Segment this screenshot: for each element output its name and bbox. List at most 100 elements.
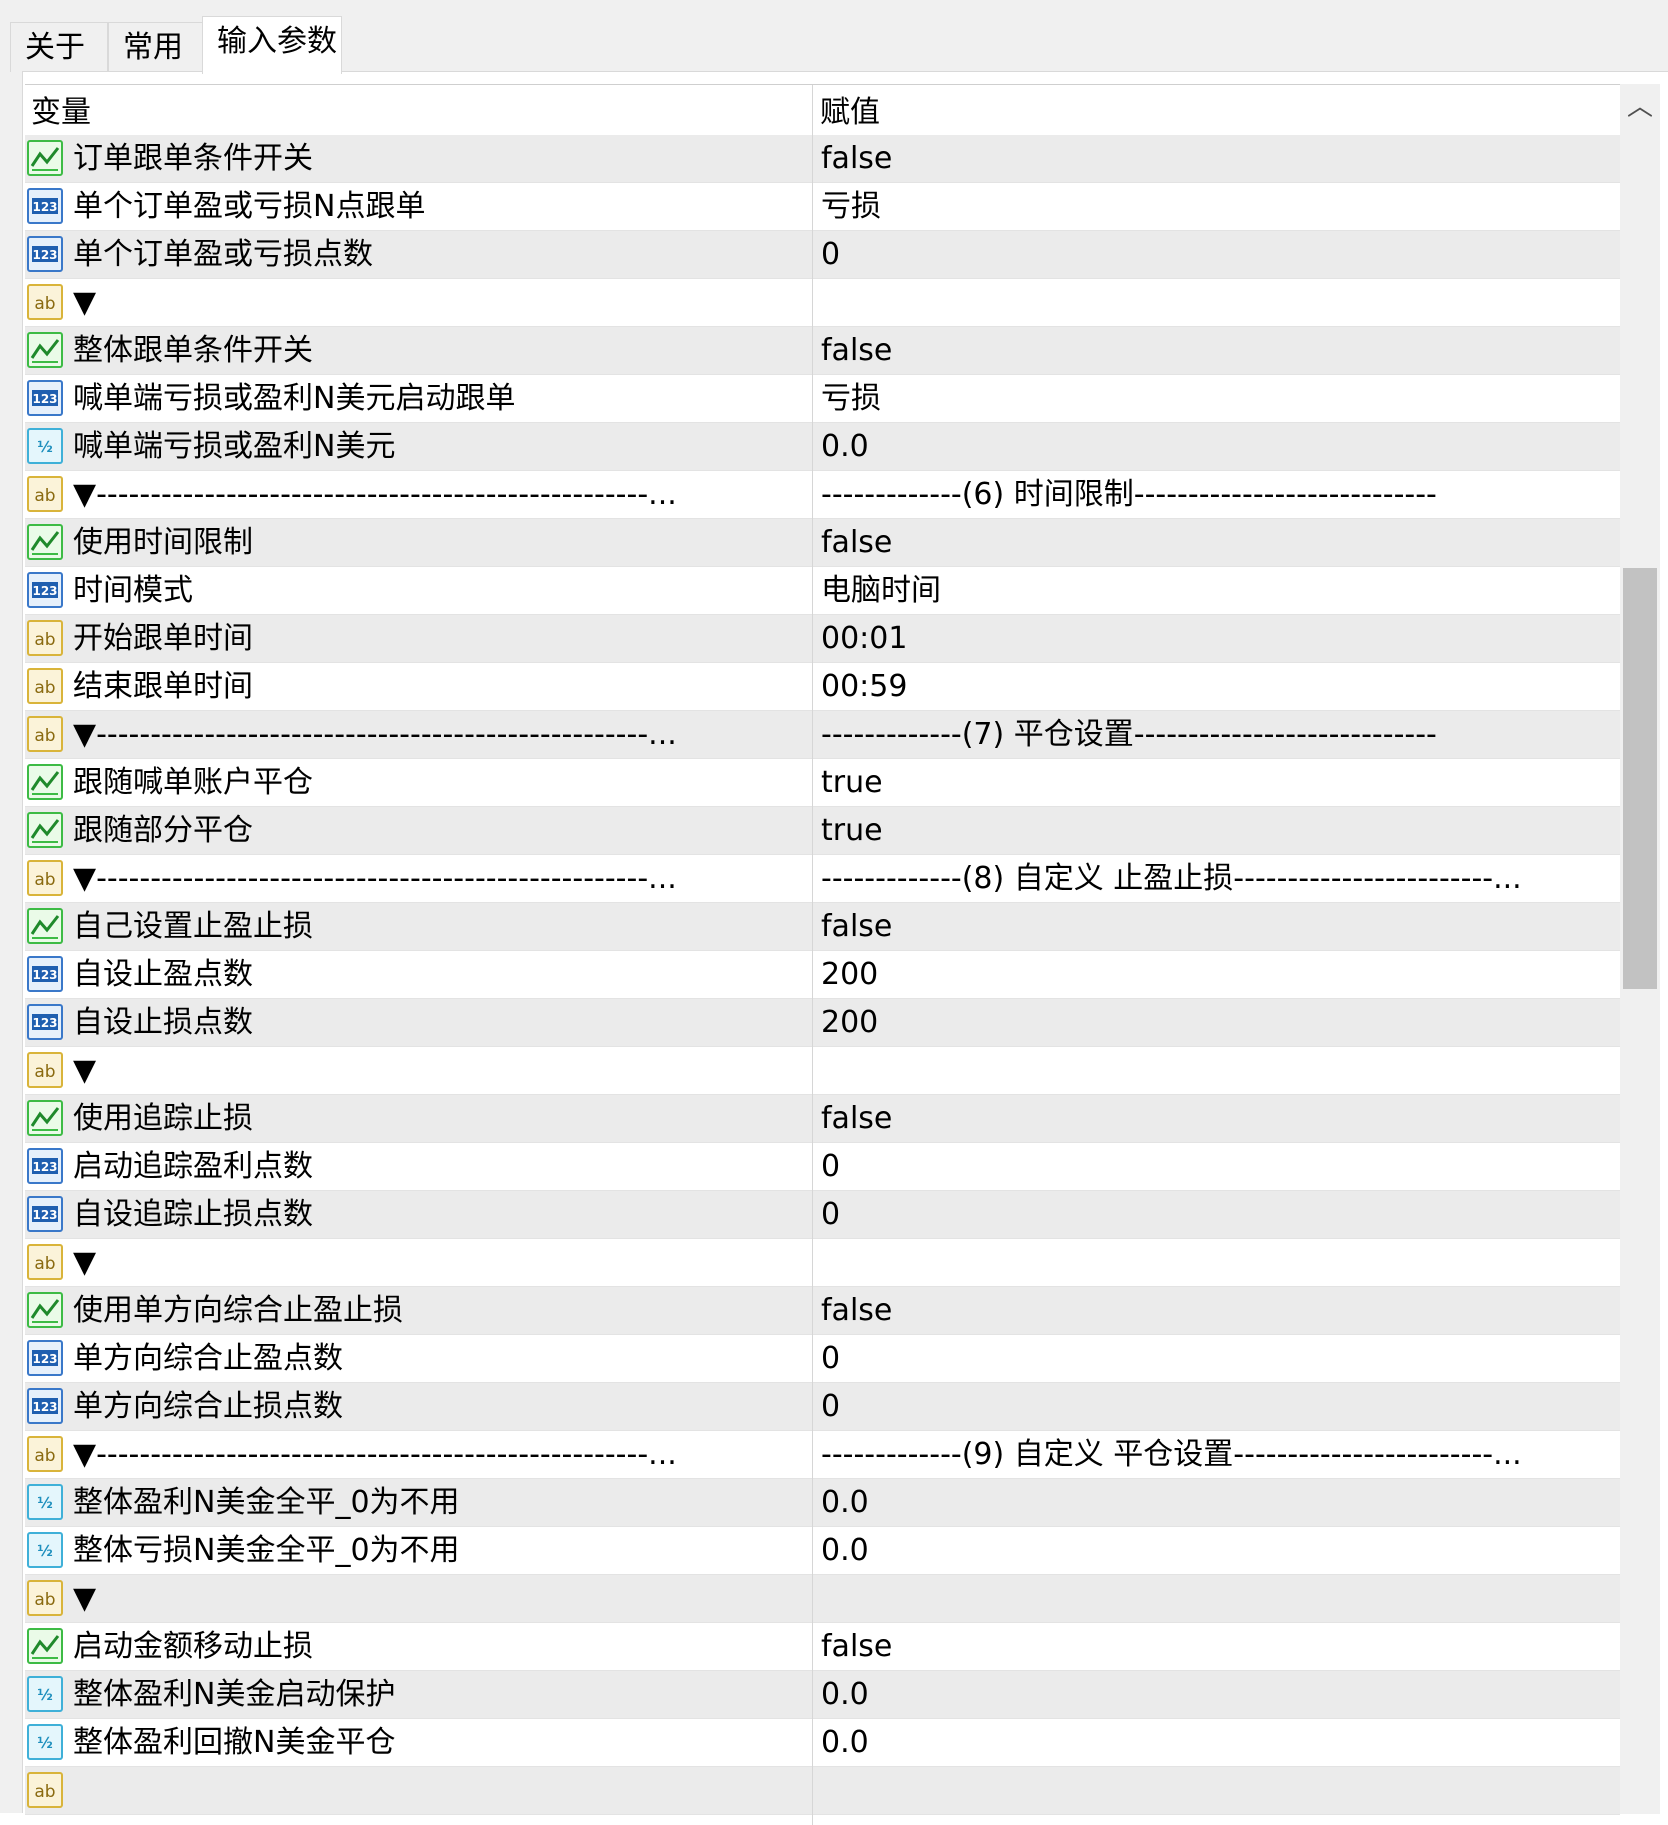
string-type-icon: ab — [27, 620, 63, 656]
parameter-row[interactable]: 123 启动追踪盈利点数 0 — [25, 1143, 1620, 1191]
parameter-row[interactable]: ab ▼ — [25, 1047, 1620, 1095]
parameter-rows: 订单跟单条件开关 false 123 单个订单盈或亏损N点跟单 亏损 123 单个订单盈或亏… — [25, 135, 1620, 1815]
parameter-value[interactable]: 0 — [821, 1335, 1611, 1382]
parameter-row[interactable]: 使用追踪止损 false — [25, 1095, 1620, 1143]
parameter-value[interactable]: 0.0 — [821, 1479, 1611, 1526]
parameter-name: ▼ — [73, 1581, 97, 1616]
parameter-row[interactable]: ½ 整体亏损N美金全平_0为不用 0.0 — [25, 1527, 1620, 1575]
parameter-row[interactable]: ½ 整体盈利N美金启动保护 0.0 — [25, 1671, 1620, 1719]
column-header-variable[interactable]: 变量 — [31, 85, 91, 141]
double-type-icon: ½ — [27, 428, 63, 464]
parameter-row[interactable]: ½ 喊单端亏损或盈利N美元 0.0 — [25, 423, 1620, 471]
parameter-row[interactable]: ab ▼ — [25, 1575, 1620, 1623]
svg-text:ab: ab — [34, 678, 55, 698]
parameter-row[interactable]: 订单跟单条件开关 false — [25, 135, 1620, 183]
scrollbar-thumb[interactable] — [1623, 567, 1657, 989]
parameter-value[interactable]: false — [821, 327, 1611, 374]
parameter-name: 单方向综合止盈点数 — [73, 1341, 343, 1376]
parameter-row[interactable]: 使用单方向综合止盈止损 false — [25, 1287, 1620, 1335]
parameter-row[interactable]: ½ 整体盈利回撤N美金平仓 0.0 — [25, 1719, 1620, 1767]
svg-text:ab: ab — [34, 1254, 55, 1274]
column-divider[interactable] — [812, 85, 813, 1825]
double-type-icon: ½ — [27, 1724, 63, 1760]
parameter-value[interactable]: -------------(6) 时间限制-------------------… — [821, 471, 1611, 518]
parameter-value[interactable]: -------------(9) 自定义 平仓设置---------------… — [821, 1431, 1611, 1478]
parameter-value[interactable]: 200 — [821, 999, 1611, 1046]
parameter-row[interactable]: ab ▼-------------------------------------… — [25, 855, 1620, 903]
parameter-value[interactable]: 0.0 — [821, 1719, 1611, 1766]
parameter-row[interactable]: 123 自设止盈点数 200 — [25, 951, 1620, 999]
svg-text:123: 123 — [32, 1208, 57, 1222]
double-type-icon: ½ — [27, 1484, 63, 1520]
scroll-up-arrow-icon[interactable]: ︿ — [1620, 84, 1660, 130]
parameter-value[interactable]: false — [821, 1623, 1611, 1670]
bool-type-icon — [27, 1100, 63, 1136]
parameter-name: 自设止盈点数 — [73, 957, 253, 992]
parameter-value[interactable]: true — [821, 759, 1611, 806]
parameter-value[interactable]: 0 — [821, 1191, 1611, 1238]
parameter-value[interactable]: 亏损 — [821, 183, 1611, 230]
parameter-row[interactable]: 123 单方向综合止损点数 0 — [25, 1383, 1620, 1431]
parameter-row[interactable]: 123 自设止损点数 200 — [25, 999, 1620, 1047]
parameter-row[interactable]: 123 单个订单盈或亏损N点跟单 亏损 — [25, 183, 1620, 231]
parameter-value[interactable]: false — [821, 519, 1611, 566]
svg-text:123: 123 — [32, 248, 57, 262]
parameter-name: 跟随喊单账户平仓 — [73, 765, 313, 800]
string-type-icon: ab — [27, 476, 63, 512]
tab-about[interactable]: 关于 — [10, 22, 108, 72]
parameter-row[interactable]: ab 开始跟单时间 00:01 — [25, 615, 1620, 663]
parameter-row[interactable]: ab ▼-------------------------------------… — [25, 711, 1620, 759]
parameter-name: 喊单端亏损或盈利N美元启动跟单 — [73, 381, 516, 416]
parameter-row[interactable]: ab ▼-------------------------------------… — [25, 471, 1620, 519]
parameter-name: 订单跟单条件开关 — [73, 141, 313, 176]
parameter-row[interactable]: 跟随喊单账户平仓 true — [25, 759, 1620, 807]
parameter-value[interactable]: -------------(7) 平仓设置-------------------… — [821, 711, 1611, 758]
column-header-value[interactable]: 赋值 — [820, 85, 880, 141]
svg-text:123: 123 — [32, 1160, 57, 1174]
parameter-row[interactable]: ab ▼ — [25, 1239, 1620, 1287]
parameter-row[interactable]: 自己设置止盈止损 false — [25, 903, 1620, 951]
properties-window: 关于 常用 输入参数 变量 赋值 订单跟单条件开关 false 123 单个订单盈或亏… — [0, 0, 1668, 1825]
parameter-value[interactable]: false — [821, 1095, 1611, 1142]
parameter-value[interactable]: false — [821, 903, 1611, 950]
parameter-value[interactable]: 电脑时间 — [821, 567, 1611, 614]
parameter-value[interactable]: 00:59 — [821, 663, 1611, 710]
parameter-value[interactable]: false — [821, 1287, 1611, 1334]
parameter-value[interactable]: 200 — [821, 951, 1611, 998]
parameter-row[interactable]: ab ▼ — [25, 279, 1620, 327]
tab-input-parameters[interactable]: 输入参数 — [202, 16, 342, 74]
parameter-row[interactable]: 123 喊单端亏损或盈利N美元启动跟单 亏损 — [25, 375, 1620, 423]
parameter-row[interactable]: 123 单个订单盈或亏损点数 0 — [25, 231, 1620, 279]
parameter-value[interactable]: 0 — [821, 231, 1611, 278]
parameter-value[interactable]: 0.0 — [821, 423, 1611, 470]
svg-text:½: ½ — [37, 1686, 53, 1704]
parameter-row[interactable]: ab 结束跟单时间 00:59 — [25, 663, 1620, 711]
parameter-row[interactable]: 整体跟单条件开关 false — [25, 327, 1620, 375]
parameter-name: 整体盈利回撤N美金平仓 — [73, 1725, 396, 1760]
parameter-row[interactable]: 启动金额移动止损 false — [25, 1623, 1620, 1671]
parameter-value[interactable]: 0 — [821, 1383, 1611, 1430]
parameter-name: ▼---------------------------------------… — [73, 861, 677, 896]
svg-text:ab: ab — [34, 1446, 55, 1466]
tab-common[interactable]: 常用 — [108, 22, 204, 72]
integer-type-icon: 123 — [27, 1004, 63, 1040]
parameter-value[interactable]: 亏损 — [821, 375, 1611, 422]
parameter-value[interactable]: true — [821, 807, 1611, 854]
parameter-value[interactable]: 0 — [821, 1143, 1611, 1190]
bool-type-icon — [27, 1292, 63, 1328]
parameter-row[interactable]: ½ 整体盈利N美金全平_0为不用 0.0 — [25, 1479, 1620, 1527]
parameter-row[interactable]: 使用时间限制 false — [25, 519, 1620, 567]
parameter-name: ▼---------------------------------------… — [73, 477, 677, 512]
vertical-scrollbar[interactable]: ︿ — [1620, 84, 1660, 1814]
parameter-value[interactable]: false — [821, 135, 1611, 182]
parameter-value[interactable]: -------------(8) 自定义 止盈止损---------------… — [821, 855, 1611, 902]
parameter-row[interactable]: ab ▼-------------------------------------… — [25, 1431, 1620, 1479]
parameter-value[interactable]: 0.0 — [821, 1527, 1611, 1574]
parameter-row[interactable]: 跟随部分平仓 true — [25, 807, 1620, 855]
parameter-row[interactable]: ab — [25, 1767, 1620, 1815]
parameter-row[interactable]: 123 时间模式 电脑时间 — [25, 567, 1620, 615]
parameter-row[interactable]: 123 单方向综合止盈点数 0 — [25, 1335, 1620, 1383]
parameter-value[interactable]: 00:01 — [821, 615, 1611, 662]
parameter-row[interactable]: 123 自设追踪止损点数 0 — [25, 1191, 1620, 1239]
parameter-value[interactable]: 0.0 — [821, 1671, 1611, 1718]
